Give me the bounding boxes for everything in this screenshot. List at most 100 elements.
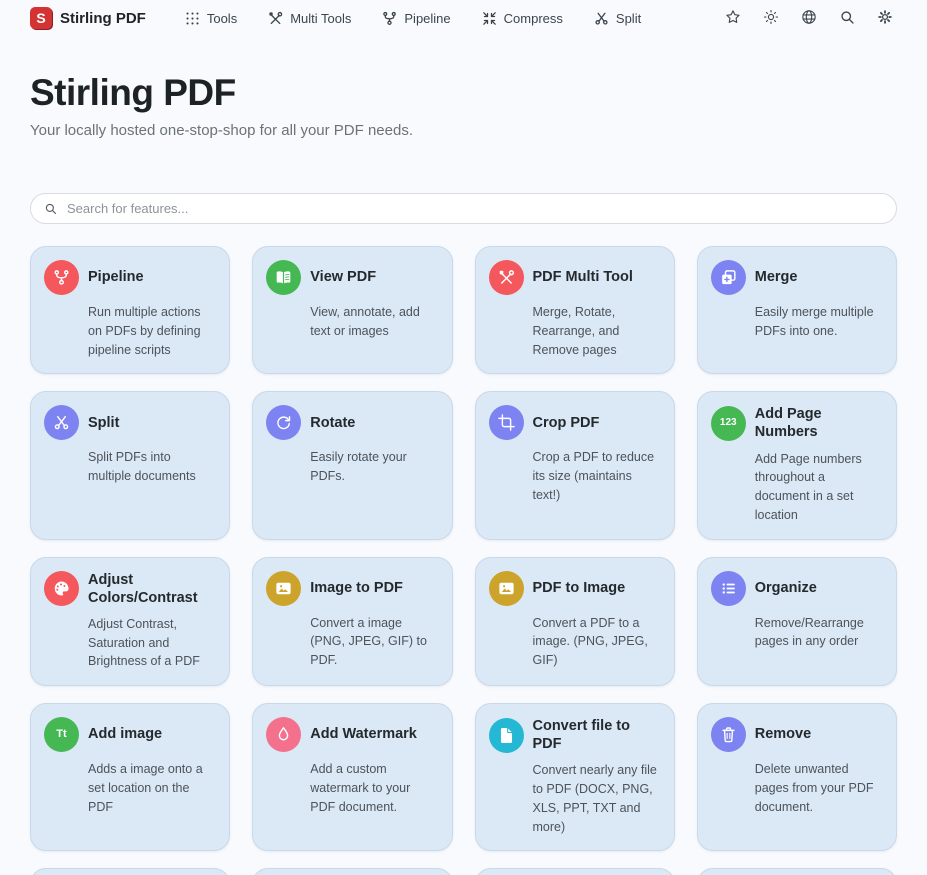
card-title: View PDF: [310, 268, 376, 286]
card-add-password[interactable]: Add Password Encrypt your PDF document w…: [30, 868, 230, 875]
nav-item-split[interactable]: Split: [593, 10, 641, 27]
card-description: Adds a image onto a set location on the …: [88, 760, 216, 816]
file-icon: [489, 718, 524, 753]
search-section: [0, 139, 927, 224]
settings-gear-icon: [876, 8, 894, 29]
card-add-image[interactable]: Tt Add image Adds a image onto a set loc…: [30, 703, 230, 851]
card-description: Easily rotate your PDFs.: [310, 448, 438, 486]
card-remove-password[interactable]: Remove Password Remove password protecti…: [252, 868, 452, 875]
navbar-actions: [721, 6, 897, 30]
feature-search-bar[interactable]: [30, 193, 897, 224]
card-image-to-pdf[interactable]: Image to PDF Convert a image (PNG, JPEG,…: [252, 557, 452, 687]
rotate-icon: [266, 405, 301, 440]
favourites-star-icon: [724, 8, 742, 29]
card-title: Merge: [755, 268, 798, 286]
nav-item-pipeline[interactable]: Pipeline: [381, 10, 450, 27]
scissors-icon: [44, 405, 79, 440]
search-icon: [838, 8, 856, 29]
nav-item-tools[interactable]: Tools: [184, 10, 237, 27]
card-convert-file-to-pdf[interactable]: Convert file to PDF Convert nearly any f…: [475, 703, 675, 851]
card-description: Convert a PDF to a image. (PNG, JPEG, GI…: [533, 614, 661, 670]
card-merge[interactable]: Merge Easily merge multiple PDFs into on…: [697, 246, 897, 374]
card-pipeline[interactable]: Pipeline Run multiple actions on PDFs by…: [30, 246, 230, 374]
image-icon: [266, 571, 301, 606]
card-title: Remove: [755, 725, 811, 743]
multi-tools-icon: [489, 260, 524, 295]
page-title: Stirling PDF: [30, 72, 897, 114]
card-description: Delete unwanted pages from your PDF docu…: [755, 760, 883, 816]
card-title: Image to PDF: [310, 579, 403, 597]
card-compress[interactable]: Compress Compress PDFs to reduce their f…: [475, 868, 675, 875]
language-globe-icon: [800, 8, 818, 29]
merge-pages-icon: [711, 260, 746, 295]
card-title: Add image: [88, 725, 162, 743]
card-description: Split PDFs into multiple documents: [88, 448, 216, 486]
card-add-page-numbers[interactable]: 123 Add Page Numbers Add Page numbers th…: [697, 391, 897, 539]
nav-item-label: Tools: [207, 11, 237, 26]
card-description: Adjust Contrast, Saturation and Brightne…: [88, 615, 216, 671]
nav-menu: Tools Multi Tools Pipeline Compress Spli…: [184, 10, 641, 27]
droplet-icon: [266, 717, 301, 752]
nav-item-label: Pipeline: [404, 11, 450, 26]
card-title: Organize: [755, 579, 817, 597]
settings-gear-button[interactable]: [873, 6, 897, 30]
card-title: PDF Multi Tool: [533, 268, 633, 286]
card-description: Crop a PDF to reduce its size (maintains…: [533, 448, 661, 504]
card-description: Convert nearly any file to PDF (DOCX, PN…: [533, 761, 661, 836]
theme-sun-icon: [762, 8, 780, 29]
card-organize[interactable]: Organize Remove/Rearrange pages in any o…: [697, 557, 897, 687]
nav-item-compress[interactable]: Compress: [481, 10, 563, 27]
card-pdf-multi-tool[interactable]: PDF Multi Tool Merge, Rotate, Rearrange,…: [475, 246, 675, 374]
search-icon: [43, 201, 58, 216]
card-description: Run multiple actions on PDFs by defining…: [88, 303, 216, 359]
nav-item-label: Compress: [504, 11, 563, 26]
top-navbar: S Stirling PDF Tools Multi Tools Pipelin…: [0, 0, 927, 34]
card-description: View, annotate, add text or images: [310, 303, 438, 341]
card-title: Split: [88, 414, 119, 432]
trash-icon: [711, 717, 746, 752]
brand-label: Stirling PDF: [60, 10, 146, 27]
grid-icon: [184, 10, 201, 27]
stirling-logo-icon: S: [30, 7, 52, 29]
card-title: Convert file to PDF: [533, 717, 661, 753]
card-pdf-to-image[interactable]: PDF to Image Convert a PDF to a image. (…: [475, 557, 675, 687]
card-remove[interactable]: Remove Delete unwanted pages from your P…: [697, 703, 897, 851]
language-globe-button[interactable]: [797, 6, 821, 30]
card-description: Add Page numbers throughout a document i…: [755, 450, 883, 525]
card-view-pdf[interactable]: View PDF View, annotate, add text or ima…: [252, 246, 452, 374]
card-title: PDF to Image: [533, 579, 626, 597]
card-description: Convert a image (PNG, JPEG, GIF) to PDF.: [310, 614, 438, 670]
card-description: Easily merge multiple PDFs into one.: [755, 303, 883, 341]
card-title: Pipeline: [88, 268, 144, 286]
card-rotate[interactable]: Rotate Easily rotate your PDFs.: [252, 391, 452, 539]
card-description: Merge, Rotate, Rearrange, and Remove pag…: [533, 303, 661, 359]
numbers-123-icon: 123: [711, 406, 746, 441]
pipeline-icon: [381, 10, 398, 27]
scissors-icon: [593, 10, 610, 27]
theme-sun-button[interactable]: [759, 6, 783, 30]
card-description: Add a custom watermark to your PDF docum…: [310, 760, 438, 816]
card-crop-pdf[interactable]: Crop PDF Crop a PDF to reduce its size (…: [475, 391, 675, 539]
card-title: Crop PDF: [533, 414, 600, 432]
crop-icon: [489, 405, 524, 440]
page-subtitle: Your locally hosted one-stop-shop for al…: [30, 122, 897, 139]
card-title: Add Page Numbers: [755, 405, 883, 441]
hero-section: Stirling PDF Your locally hosted one-sto…: [0, 34, 927, 139]
nav-item-label: Split: [616, 11, 641, 26]
card-title: Adjust Colors/Contrast: [88, 571, 216, 607]
card-adjust-colors-contrast[interactable]: Adjust Colors/Contrast Adjust Contrast, …: [30, 557, 230, 687]
brand-home-link[interactable]: S Stirling PDF: [30, 7, 146, 29]
image-icon: [489, 571, 524, 606]
card-add-watermark[interactable]: Add Watermark Add a custom watermark to …: [252, 703, 452, 851]
search-button[interactable]: [835, 6, 859, 30]
card-description: Remove/Rearrange pages in any order: [755, 614, 883, 652]
palette-icon: [44, 571, 79, 606]
nav-item-multi-tools[interactable]: Multi Tools: [267, 10, 351, 27]
book-open-icon: [266, 260, 301, 295]
card-change-metadata[interactable]: Change Metadata Change/Remove/Add metada…: [697, 868, 897, 875]
favourites-star-button[interactable]: [721, 6, 745, 30]
card-split[interactable]: Split Split PDFs into multiple documents: [30, 391, 230, 539]
pipeline-icon: [44, 260, 79, 295]
text-Tt-icon: Tt: [44, 717, 79, 752]
feature-search-input[interactable]: [67, 201, 884, 216]
